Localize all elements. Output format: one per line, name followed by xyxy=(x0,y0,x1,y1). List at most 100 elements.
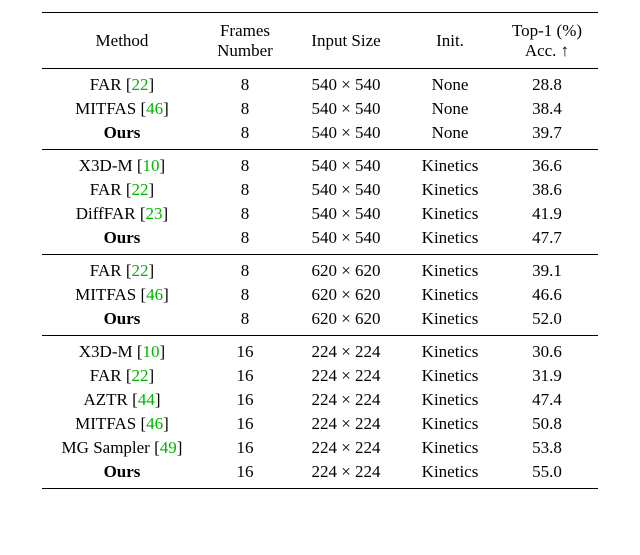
cell-input-size: 540 × 540 xyxy=(288,97,404,121)
table-row: FAR [22]8620 × 620Kinetics39.1 xyxy=(42,255,598,284)
citation-ref[interactable]: 22 xyxy=(132,366,149,385)
results-table: Method Frames Number Input Size Init. To… xyxy=(42,12,598,489)
citation-ref[interactable]: 22 xyxy=(132,261,149,280)
cell-frames: 8 xyxy=(202,150,288,179)
cell-frames: 16 xyxy=(202,388,288,412)
cell-frames: 8 xyxy=(202,226,288,255)
method-name: AZTR xyxy=(84,390,128,409)
cell-frames: 8 xyxy=(202,69,288,98)
col-input-size: Input Size xyxy=(288,13,404,69)
col-init: Init. xyxy=(404,13,496,69)
col-acc-l2: Acc. ↑ xyxy=(525,41,569,60)
method-name: X3D-M xyxy=(79,156,133,175)
cell-frames: 16 xyxy=(202,436,288,460)
cell-input-size: 620 × 620 xyxy=(288,283,404,307)
cell-method: MITFAS [46] xyxy=(42,412,202,436)
cell-method: Ours xyxy=(42,121,202,150)
method-name: FAR xyxy=(90,75,122,94)
cell-input-size: 224 × 224 xyxy=(288,336,404,365)
cell-accuracy: 47.4 xyxy=(496,388,598,412)
cell-accuracy: 46.6 xyxy=(496,283,598,307)
cell-frames: 8 xyxy=(202,121,288,150)
cell-method: Ours xyxy=(42,307,202,336)
cell-input-size: 540 × 540 xyxy=(288,202,404,226)
citation-ref[interactable]: 49 xyxy=(160,438,177,457)
cell-init: Kinetics xyxy=(404,202,496,226)
cell-accuracy: 47.7 xyxy=(496,226,598,255)
method-name: FAR xyxy=(90,261,122,280)
method-name: X3D-M xyxy=(79,342,133,361)
col-frames-l1: Frames xyxy=(220,21,270,40)
method-name: MITFAS xyxy=(75,285,136,304)
cell-init: Kinetics xyxy=(404,307,496,336)
col-frames-l2: Number xyxy=(217,41,273,60)
cell-init: Kinetics xyxy=(404,226,496,255)
table-row: Ours8620 × 620Kinetics52.0 xyxy=(42,307,598,336)
citation-ref[interactable]: 10 xyxy=(143,156,160,175)
cell-accuracy: 55.0 xyxy=(496,460,598,489)
cell-frames: 8 xyxy=(202,307,288,336)
method-name: Ours xyxy=(104,309,141,328)
cell-init: Kinetics xyxy=(404,178,496,202)
cell-method: FAR [22] xyxy=(42,69,202,98)
cell-method: FAR [22] xyxy=(42,178,202,202)
cell-input-size: 224 × 224 xyxy=(288,364,404,388)
cell-accuracy: 50.8 xyxy=(496,412,598,436)
cell-method: MITFAS [46] xyxy=(42,97,202,121)
cell-accuracy: 38.4 xyxy=(496,97,598,121)
cell-init: None xyxy=(404,69,496,98)
method-name: Ours xyxy=(104,462,141,481)
citation-ref[interactable]: 23 xyxy=(146,204,163,223)
citation-ref[interactable]: 44 xyxy=(138,390,155,409)
cell-frames: 16 xyxy=(202,364,288,388)
cell-frames: 8 xyxy=(202,283,288,307)
table-row: AZTR [44]16224 × 224Kinetics47.4 xyxy=(42,388,598,412)
citation-ref[interactable]: 46 xyxy=(146,414,163,433)
cell-frames: 8 xyxy=(202,97,288,121)
cell-input-size: 224 × 224 xyxy=(288,460,404,489)
col-acc: Top-1 (%) Acc. ↑ xyxy=(496,13,598,69)
table-row: Ours8540 × 540Kinetics47.7 xyxy=(42,226,598,255)
table-header-row: Method Frames Number Input Size Init. To… xyxy=(42,13,598,69)
cell-frames: 8 xyxy=(202,255,288,284)
cell-method: FAR [22] xyxy=(42,364,202,388)
cell-input-size: 224 × 224 xyxy=(288,436,404,460)
method-name: FAR xyxy=(90,180,122,199)
table-row: MG Sampler [49]16224 × 224Kinetics53.8 xyxy=(42,436,598,460)
cell-method: FAR [22] xyxy=(42,255,202,284)
citation-ref[interactable]: 10 xyxy=(143,342,160,361)
cell-init: None xyxy=(404,121,496,150)
cell-accuracy: 52.0 xyxy=(496,307,598,336)
method-name: MITFAS xyxy=(75,99,136,118)
table-row: X3D-M [10]8540 × 540Kinetics36.6 xyxy=(42,150,598,179)
cell-init: None xyxy=(404,97,496,121)
cell-method: Ours xyxy=(42,460,202,489)
cell-input-size: 540 × 540 xyxy=(288,69,404,98)
table-row: MITFAS [46]8540 × 540None38.4 xyxy=(42,97,598,121)
cell-accuracy: 39.7 xyxy=(496,121,598,150)
citation-ref[interactable]: 46 xyxy=(146,285,163,304)
cell-accuracy: 31.9 xyxy=(496,364,598,388)
cell-method: X3D-M [10] xyxy=(42,336,202,365)
cell-method: X3D-M [10] xyxy=(42,150,202,179)
method-name: MITFAS xyxy=(75,414,136,433)
citation-ref[interactable]: 22 xyxy=(132,180,149,199)
table-row: FAR [22]8540 × 540Kinetics38.6 xyxy=(42,178,598,202)
cell-accuracy: 28.8 xyxy=(496,69,598,98)
cell-input-size: 540 × 540 xyxy=(288,226,404,255)
table-row: MITFAS [46]16224 × 224Kinetics50.8 xyxy=(42,412,598,436)
method-name: Ours xyxy=(104,123,141,142)
cell-accuracy: 39.1 xyxy=(496,255,598,284)
cell-input-size: 540 × 540 xyxy=(288,121,404,150)
cell-init: Kinetics xyxy=(404,364,496,388)
cell-method: MITFAS [46] xyxy=(42,283,202,307)
cell-init: Kinetics xyxy=(404,436,496,460)
cell-accuracy: 38.6 xyxy=(496,178,598,202)
cell-init: Kinetics xyxy=(404,336,496,365)
cell-method: MG Sampler [49] xyxy=(42,436,202,460)
cell-init: Kinetics xyxy=(404,460,496,489)
cell-frames: 16 xyxy=(202,460,288,489)
citation-ref[interactable]: 22 xyxy=(132,75,149,94)
citation-ref[interactable]: 46 xyxy=(146,99,163,118)
cell-input-size: 224 × 224 xyxy=(288,412,404,436)
